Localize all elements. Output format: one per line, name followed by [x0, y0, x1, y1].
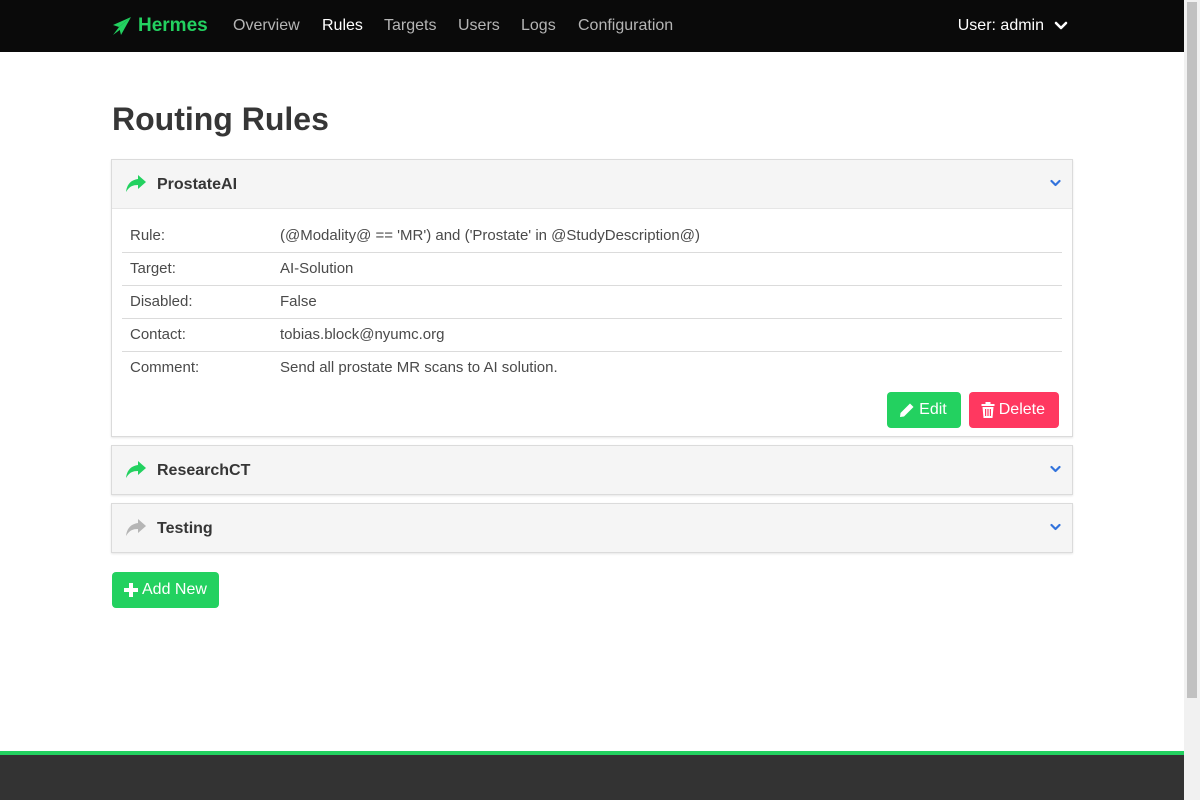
nav-targets[interactable]: Targets — [384, 17, 436, 35]
plus-icon — [124, 583, 138, 597]
chevron-down-icon[interactable] — [1050, 465, 1061, 474]
rule-name: ResearchCT — [157, 462, 251, 479]
nav-configuration[interactable]: Configuration — [578, 17, 673, 35]
delete-button[interactable]: Delete — [968, 392, 1059, 428]
nav-rules[interactable]: Rules — [322, 17, 363, 35]
scrollbar-thumb[interactable] — [1187, 2, 1197, 698]
table-row: Comment: Send all prostate MR scans to A… — [122, 351, 1062, 384]
chevron-down-icon — [1054, 21, 1068, 30]
rule-card-testing: Testing — [111, 503, 1073, 553]
rule-details-table: Rule: (@Modality@ == 'MR') and ('Prostat… — [122, 219, 1062, 384]
rule-name: Testing — [157, 520, 213, 537]
trash-icon — [981, 402, 995, 418]
rule-card-prostateai: ProstateAI Rule: (@Modality@ == 'MR') an… — [111, 159, 1073, 437]
rule-actions: Edit Delete — [122, 392, 1059, 428]
table-row: Contact: tobias.block@nyumc.org — [122, 318, 1062, 352]
paper-plane-icon — [113, 17, 131, 35]
field-label: Comment: — [130, 359, 200, 377]
rule-header-researchct[interactable]: ResearchCT — [112, 446, 1072, 494]
brand-name: Hermes — [138, 15, 208, 36]
page-title: Routing Rules — [112, 101, 329, 137]
field-label: Disabled: — [122, 285, 272, 319]
edit-label: Edit — [919, 401, 947, 418]
field-value: Send all prostate MR scans to AI solutio… — [280, 359, 558, 377]
table-row: Rule: (@Modality@ == 'MR') and ('Prostat… — [122, 219, 1062, 253]
user-label: User: admin — [957, 17, 1044, 34]
field-label: Contact: — [122, 318, 272, 352]
brand-logo[interactable]: Hermes — [112, 14, 208, 38]
table-row: Target: AI-Solution — [122, 252, 1062, 286]
nav-logs[interactable]: Logs — [521, 17, 556, 35]
pencil-icon — [900, 403, 914, 417]
field-label: Rule: — [122, 219, 272, 253]
field-value: tobias.block@nyumc.org — [272, 318, 1062, 352]
add-new-button[interactable]: Add New — [112, 572, 219, 608]
delete-label: Delete — [998, 401, 1045, 418]
nav-users[interactable]: Users — [458, 17, 500, 35]
rule-header-testing[interactable]: Testing — [112, 504, 1072, 552]
user-menu[interactable]: User: admin — [958, 17, 1068, 35]
share-arrow-icon — [126, 519, 146, 536]
vertical-scrollbar[interactable] — [1184, 0, 1200, 800]
top-navbar: Hermes Overview Rules Targets Users Logs… — [0, 0, 1184, 52]
rule-header-prostateai[interactable]: ProstateAI — [112, 160, 1072, 209]
field-label: Target: — [122, 252, 272, 286]
field-value: AI-Solution — [272, 252, 1062, 286]
nav-overview[interactable]: Overview — [233, 17, 300, 35]
edit-button[interactable]: Edit — [887, 392, 961, 428]
chevron-down-icon[interactable] — [1050, 523, 1061, 532]
rule-card-researchct: ResearchCT — [111, 445, 1073, 495]
field-value: (@Modality@ == 'MR') and ('Prostate' in … — [272, 219, 1062, 253]
add-new-label: Add New — [142, 581, 207, 598]
footer — [0, 755, 1184, 800]
rule-details: Rule: (@Modality@ == 'MR') and ('Prostat… — [112, 209, 1072, 438]
share-arrow-icon — [126, 461, 146, 478]
rule-name: ProstateAI — [157, 176, 238, 193]
field-value: False — [272, 285, 1062, 319]
chevron-down-icon[interactable] — [1050, 179, 1061, 188]
share-arrow-icon — [126, 175, 146, 192]
table-row: Disabled: False — [122, 285, 1062, 319]
